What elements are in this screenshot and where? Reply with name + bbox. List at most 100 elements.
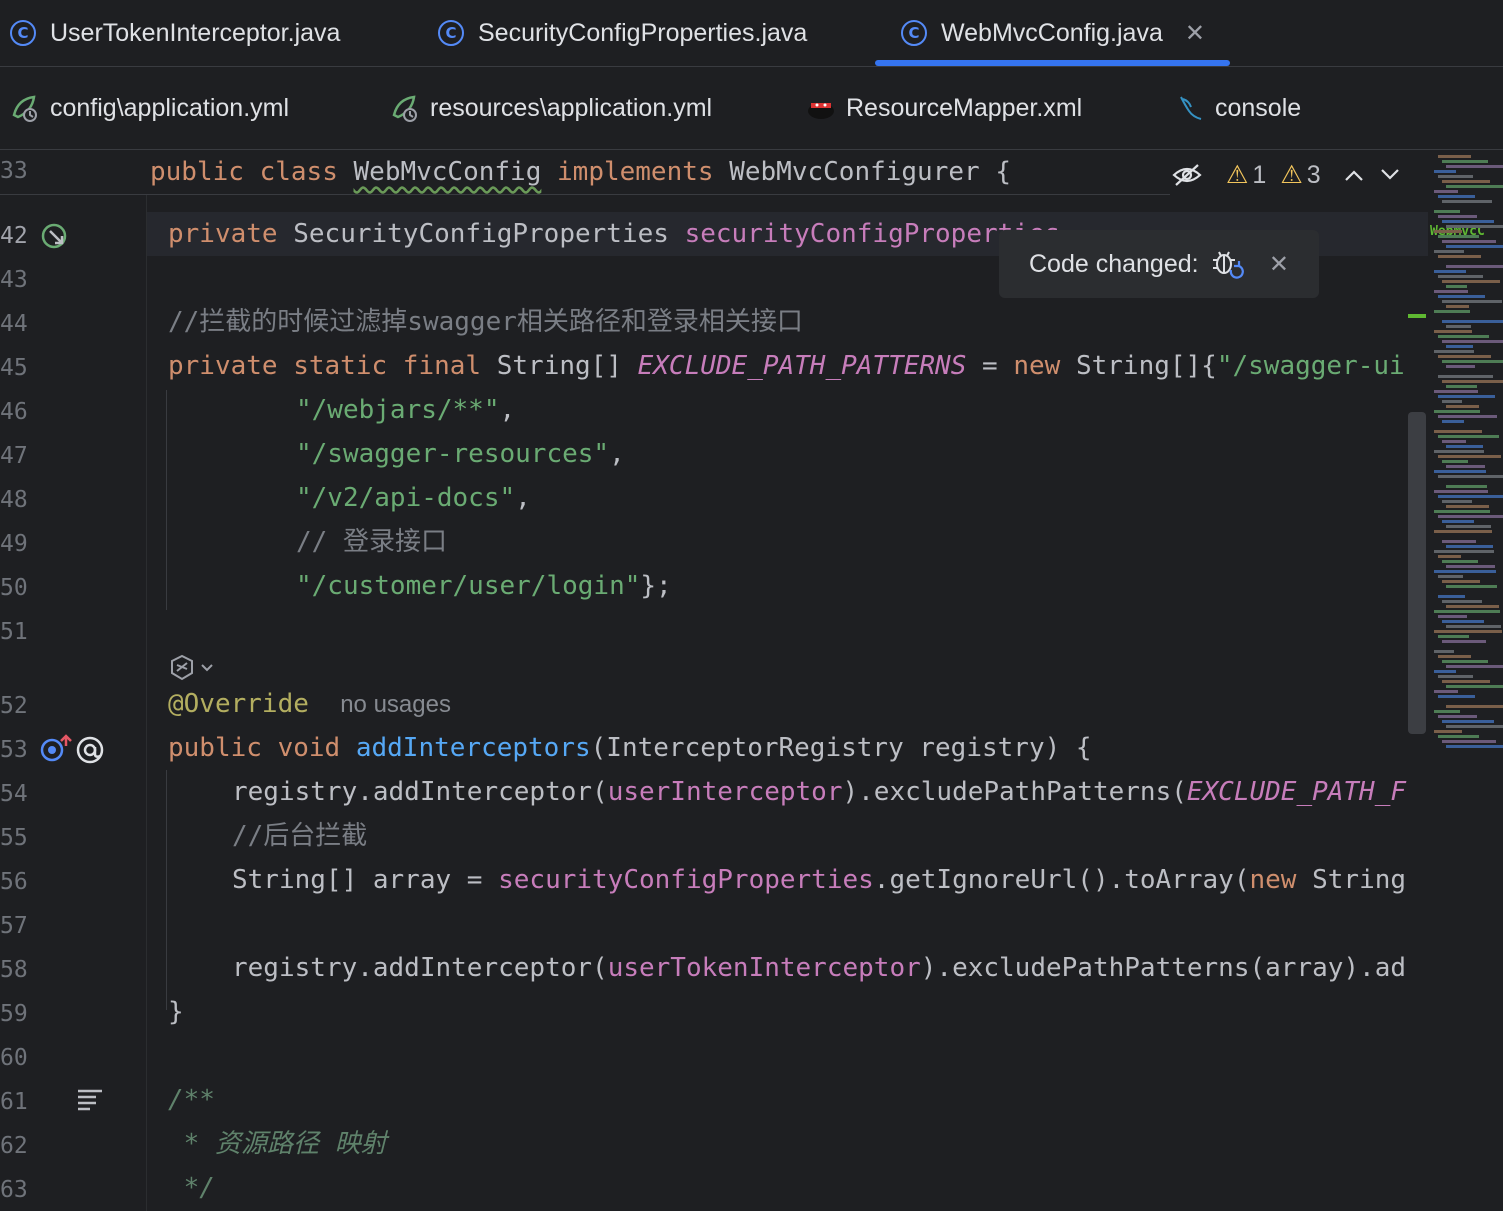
usages-hint[interactable]: no usages [340, 691, 451, 718]
minimap-line [1438, 355, 1491, 358]
minimap-line [1446, 445, 1483, 448]
code-line-48[interactable]: "/v2/api-docs", [296, 476, 1425, 520]
code-line-56[interactable]: String[] array = securityConfigPropertie… [232, 858, 1425, 902]
minimap-line [1434, 550, 1494, 553]
class-icon: C [10, 20, 36, 46]
code-editor[interactable]: 42 43 44 45 46 47 48 49 50 51 52 53 54 5… [0, 150, 1503, 1211]
minimap-line [1438, 455, 1501, 458]
previous-highlight-icon[interactable] [1343, 168, 1365, 182]
reader-mode-eye-off-icon[interactable] [1172, 163, 1202, 187]
warning-icon: ⚠ [1226, 161, 1249, 189]
inspection-widget[interactable]: ⚠ 1 ⚠ 3 [1172, 150, 1427, 200]
minimap-line [1446, 305, 1469, 308]
tab-label: UserTokenInterceptor.java [50, 18, 341, 47]
vertical-scrollbar-thumb[interactable] [1408, 412, 1426, 734]
minimap-line [1442, 560, 1478, 563]
code-line-59[interactable]: } [168, 990, 1425, 1034]
code-line-53[interactable]: public void addInterceptors(InterceptorR… [168, 726, 1425, 770]
minimap-line [1442, 400, 1462, 403]
code-line-49[interactable]: // 登录接口 [296, 520, 1425, 564]
tab-label: config\application.yml [50, 93, 290, 122]
minimap-line [1438, 435, 1499, 438]
code-line-45[interactable]: private static final String[] EXCLUDE_PA… [168, 344, 1425, 388]
minimap-line [1446, 745, 1503, 748]
code-line-58[interactable]: registry.addInterceptor(userTokenInterce… [232, 946, 1425, 990]
database-console-icon [1180, 96, 1202, 120]
minimap-line [1434, 490, 1488, 493]
code-line-47[interactable]: "/swagger-resources", [296, 432, 1425, 476]
line-number: 56 [0, 869, 28, 895]
minimap-line [1446, 345, 1473, 348]
line-number: 45 [0, 355, 28, 381]
editor-tabs-row-2: config\application.yml resources\applica… [0, 67, 1503, 150]
minimap-line [1438, 155, 1471, 158]
tab-webmvcconfig[interactable]: C WebMvcConfig.java ✕ [875, 0, 1230, 66]
line-number: 54 [0, 781, 28, 807]
minimap-line [1446, 285, 1467, 288]
minimap-line [1446, 585, 1497, 588]
minimap-line [1442, 460, 1468, 463]
mybatis-icon [808, 103, 834, 119]
code-line-50[interactable]: "/customer/user/login"}; [296, 564, 1425, 608]
editor-tabs-row-1: C UserTokenInterceptor.java C SecurityCo… [0, 0, 1503, 67]
tab-resource-mapper-xml[interactable]: ResourceMapper.xml [806, 67, 1082, 149]
close-popup-icon[interactable]: ✕ [1269, 250, 1289, 279]
minimap-line [1442, 220, 1494, 223]
code-minimap[interactable]: WebMvcC [1428, 150, 1503, 1211]
line-number: 61 [0, 1089, 28, 1115]
close-tab-icon[interactable]: ✕ [1185, 19, 1205, 48]
popup-label: Code changed: [1029, 249, 1199, 278]
code-line-54[interactable]: registry.addInterceptor(userInterceptor)… [232, 770, 1425, 814]
minimap-line [1442, 680, 1490, 683]
minimap-line [1438, 195, 1475, 198]
minimap-line [1446, 265, 1503, 268]
minimap-line [1438, 655, 1471, 658]
sticky-class-header[interactable]: 33 public class WebMvcConfig implements … [0, 150, 1170, 195]
code-line-44[interactable]: //拦截的时候过滤掉swagger相关路径和登录相关接口 [168, 300, 1425, 344]
code-line-61[interactable]: /** [168, 1078, 1425, 1122]
line-number: 52 [0, 693, 28, 719]
spring-bean-navigate-icon[interactable] [40, 222, 72, 252]
line-number: 63 [0, 1177, 28, 1203]
minimap-line [1434, 710, 1460, 713]
ai-actions-icon[interactable] [168, 653, 218, 683]
tab-user-token-interceptor[interactable]: C UserTokenInterceptor.java [10, 0, 340, 66]
tab-label: console [1215, 93, 1302, 122]
minimap-line [1446, 685, 1503, 688]
tab-console[interactable]: console [1175, 67, 1301, 149]
code-line-63[interactable]: */ [168, 1166, 1425, 1210]
hotswap-bug-reload-icon[interactable] [1209, 248, 1245, 280]
minimap-line [1434, 650, 1454, 653]
tab-label: SecurityConfigProperties.java [478, 18, 808, 47]
minimap-line [1442, 580, 1480, 583]
minimap-line [1442, 300, 1502, 303]
minimap-line [1434, 610, 1500, 613]
minimap-line [1438, 255, 1481, 258]
code-line-52[interactable]: @Override no usages [168, 682, 1425, 726]
line-number: 57 [0, 913, 28, 939]
tab-config-application-yml[interactable]: config\application.yml [10, 67, 289, 149]
warning-count-b[interactable]: ⚠ 3 [1280, 160, 1320, 190]
minimap-line [1434, 430, 1482, 433]
render-doc-icon[interactable] [76, 1088, 104, 1112]
minimap-line [1434, 290, 1468, 293]
code-line-62[interactable]: * 资源路径 映射 [168, 1122, 1425, 1166]
tab-resources-application-yml[interactable]: resources\application.yml [390, 67, 712, 149]
minimap-line [1438, 635, 1469, 638]
request-mapping-icon[interactable] [74, 734, 106, 766]
yaml-icon [12, 95, 37, 122]
minimap-line [1442, 420, 1464, 423]
tab-security-config-properties[interactable]: C SecurityConfigProperties.java [438, 0, 807, 66]
warning-count-a[interactable]: ⚠ 1 [1226, 160, 1266, 190]
minimap-line [1442, 360, 1503, 363]
minimap-line [1438, 495, 1503, 498]
code-line-55[interactable]: //后台拦截 [232, 814, 1425, 858]
minimap-line [1438, 695, 1475, 698]
implements-method-icon[interactable] [40, 734, 74, 764]
minimap-line [1434, 450, 1484, 453]
class-icon: C [438, 20, 464, 46]
minimap-line [1438, 415, 1497, 418]
next-highlight-icon[interactable] [1379, 168, 1401, 182]
code-line-46[interactable]: "/webjars/**", [296, 388, 1425, 432]
line-number: 44 [0, 311, 28, 337]
